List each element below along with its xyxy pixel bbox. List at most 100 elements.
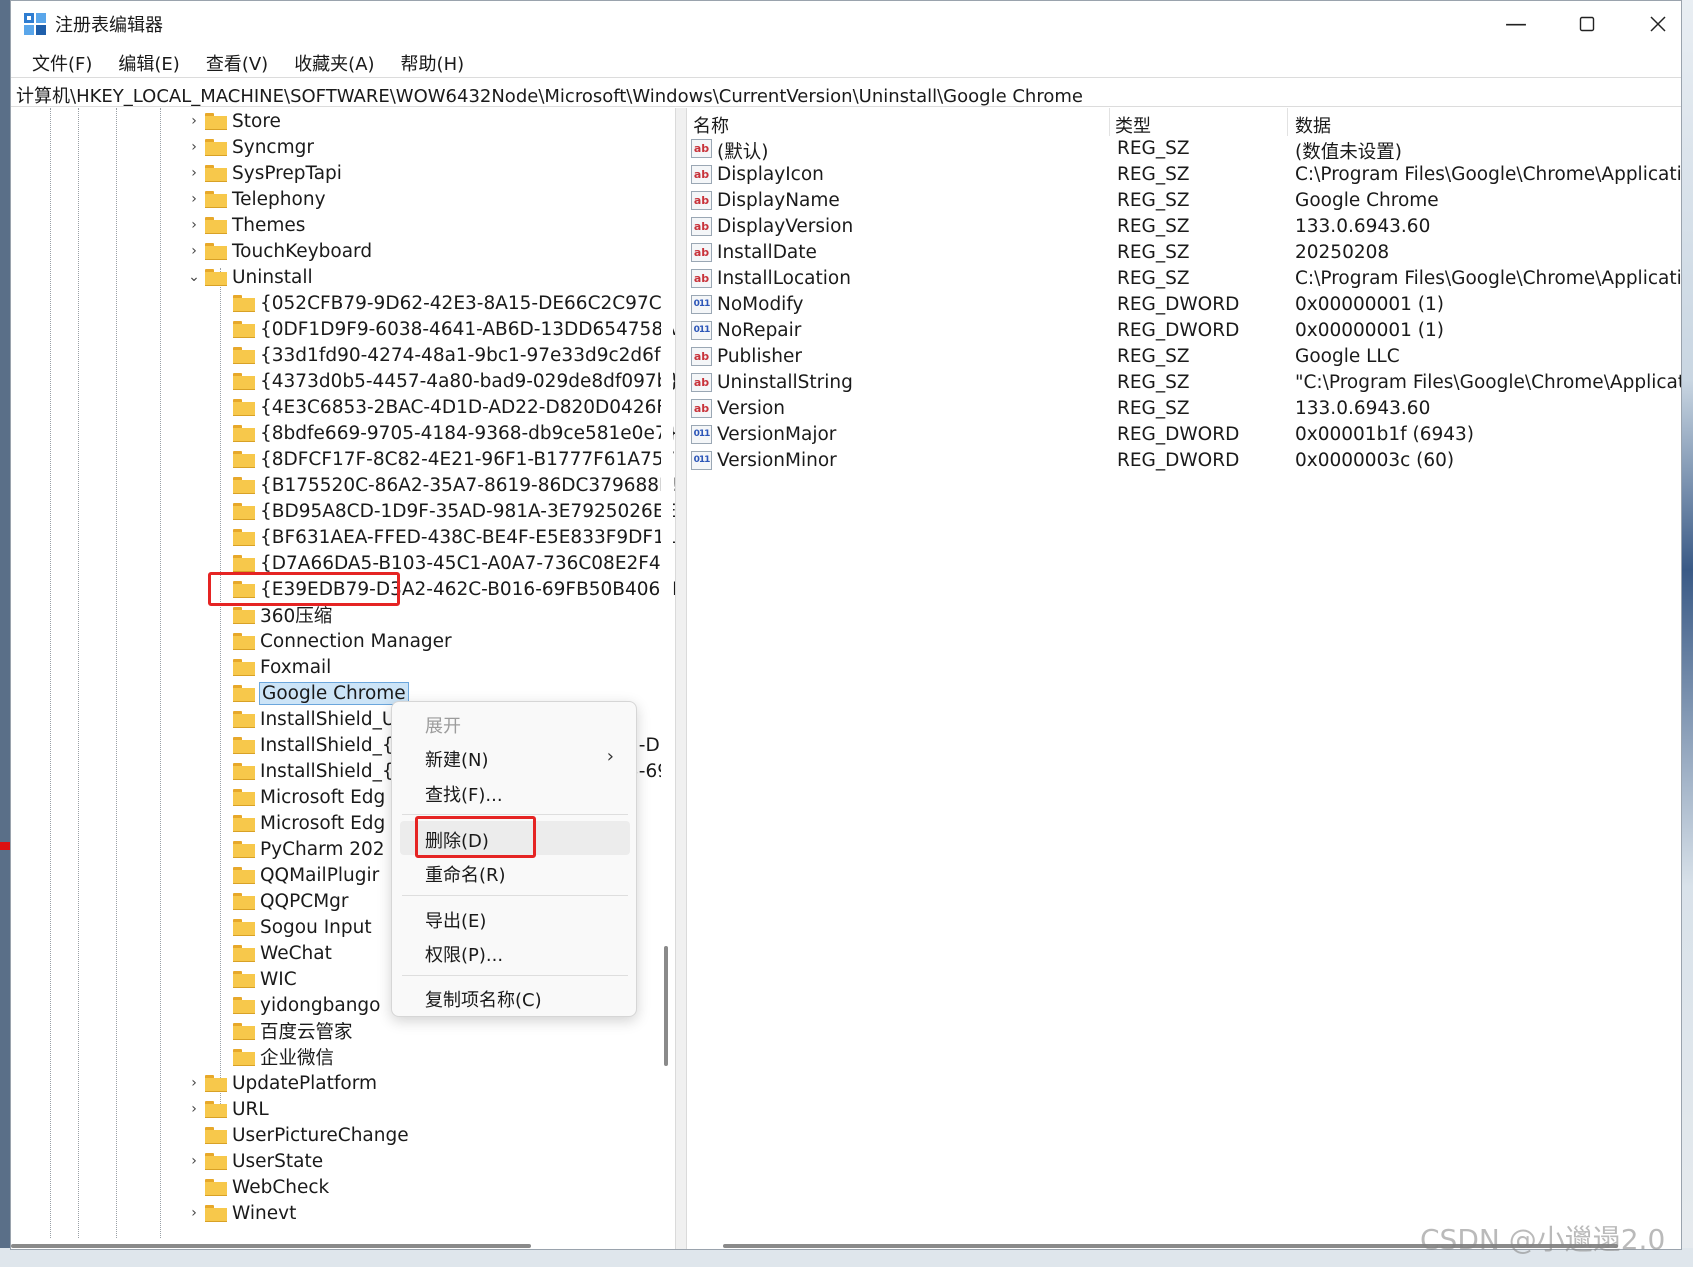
tree-node-updateplatform[interactable]: › UpdatePlatform [189, 1070, 377, 1096]
list-item[interactable]: ab InstallLocation REG_SZ C:\Program Fil… [687, 266, 1681, 292]
list-item[interactable]: 011 VersionMajor REG_DWORD 0x00001b1f (6… [687, 422, 1681, 448]
chevron-down-icon[interactable]: ⌄ [187, 269, 201, 285]
menu-item-find[interactable]: 查找(F)... [400, 775, 630, 809]
chevron-right-icon[interactable]: › [187, 1205, 201, 1221]
menu-view[interactable]: 查看(V) [195, 47, 279, 77]
list-item[interactable]: ab Publisher REG_SZ Google LLC [687, 344, 1681, 370]
list-item[interactable]: ab DisplayVersion REG_SZ 133.0.6943.60 [687, 214, 1681, 240]
menu-favorites[interactable]: 收藏夹(A) [283, 47, 385, 77]
tree-node-uninstall[interactable]: ⌄ Uninstall [187, 264, 313, 290]
menu-item-copy-key-name[interactable]: 复制项名称(C) [400, 980, 630, 1014]
column-divider[interactable] [1109, 108, 1110, 136]
minimize-button[interactable]: — [1481, 5, 1551, 43]
address-bar[interactable]: 计算机\HKEY_LOCAL_MACHINE\SOFTWARE\WOW6432N… [11, 77, 1681, 107]
list-item[interactable]: ab DisplayName REG_SZ Google Chrome [687, 188, 1681, 214]
tree-node-child[interactable]: {4E3C6853-2BAC-4D1D-AD22-D820D0426FI [233, 394, 672, 420]
tree-node-child[interactable]: {052CFB79-9D62-42E3-8A15-DE66C2C97C3I [233, 290, 679, 316]
tree-node-child[interactable]: {33d1fd90-4274-48a1-9bc1-97e33d9c2d6f} [233, 342, 672, 368]
list-item[interactable]: ab InstallDate REG_SZ 20250208 [687, 240, 1681, 266]
tree-node-child[interactable]: Microsoft Edg [233, 810, 385, 836]
tree-node-child[interactable]: InstallShield_{ [233, 732, 394, 758]
chevron-right-icon[interactable]: › [187, 243, 201, 259]
tree-node-child[interactable]: yidongbango [233, 992, 381, 1018]
chevron-right-icon[interactable]: › [187, 1153, 201, 1169]
tree-node-label-selected: Google Chrome [259, 681, 409, 705]
tree-node-child[interactable]: {8DFCF17F-8C82-4E21-96F1-B1777F61A757 [233, 446, 675, 472]
chevron-right-icon[interactable]: › [187, 1101, 201, 1117]
menu-item-new[interactable]: 新建(N) › [400, 740, 630, 774]
tree-node-child[interactable]: 企业微信 [233, 1044, 334, 1070]
folder-icon [233, 893, 255, 910]
chevron-right-icon[interactable]: › [187, 113, 201, 129]
list-item[interactable]: ab UninstallString REG_SZ "C:\Program Fi… [687, 370, 1681, 396]
pane-splitter[interactable] [675, 108, 687, 1249]
column-header-type[interactable]: 类型 [1115, 112, 1151, 138]
list-item[interactable]: ab DisplayIcon REG_SZ C:\Program Files\G… [687, 162, 1681, 188]
folder-icon [205, 113, 227, 130]
tree-horizontal-scrollbar[interactable] [11, 1240, 671, 1249]
tree-vertical-scrollbar[interactable] [661, 108, 673, 1238]
column-divider[interactable] [1287, 108, 1288, 136]
tree-node-touchkeyboard[interactable]: › TouchKeyboard [189, 238, 372, 264]
tree-node-google-chrome[interactable]: Google Chrome [233, 680, 409, 706]
tree-node-child[interactable]: QQPCMgr [233, 888, 349, 914]
folder-icon [205, 1205, 227, 1222]
tree-node-userstate[interactable]: › UserState [189, 1148, 323, 1174]
chevron-right-icon[interactable]: › [187, 1075, 201, 1091]
tree-guide-line [220, 268, 221, 1118]
value-name: InstallDate [717, 242, 817, 263]
tree-node-store[interactable]: › Store [189, 108, 281, 134]
tree-node-child[interactable]: WIC [233, 966, 297, 992]
tree-node-child[interactable]: 百度云管家 [233, 1018, 353, 1044]
tree-node-child[interactable]: Microsoft Edg [233, 784, 385, 810]
tree-node-sysprep[interactable]: › SysPrepTapi [189, 160, 342, 186]
scroll-thumb[interactable] [664, 946, 668, 1066]
menu-item-permissions[interactable]: 权限(P)... [400, 935, 630, 969]
tree-node-child[interactable]: {8bdfe669-9705-4184-9368-db9ce581e0e7} [233, 420, 678, 446]
chevron-right-icon[interactable]: › [187, 191, 201, 207]
list-item[interactable]: 011 VersionMinor REG_DWORD 0x0000003c (6… [687, 448, 1681, 474]
tree-node-child[interactable]: Sogou Input [233, 914, 372, 940]
tree-node-child[interactable]: InstallShield_{ [233, 758, 394, 784]
tree-node-child[interactable]: WeChat [233, 940, 332, 966]
tree-node-child[interactable]: {0DF1D9F9-6038-4641-AB6D-13DD654758A [233, 316, 676, 342]
tree-node-child[interactable]: Foxmail [233, 654, 331, 680]
tree-node-child[interactable]: {4373d0b5-4457-4a80-bad9-029de8df097b} [233, 368, 680, 394]
column-header-data[interactable]: 数据 [1295, 112, 1331, 138]
tree-node-label: Winevt [232, 1202, 297, 1224]
chevron-right-icon[interactable]: › [187, 217, 201, 233]
tree-node-child[interactable]: Connection Manager [233, 628, 452, 654]
tree-node-child[interactable]: {BF631AEA-FFED-438C-BE4F-E5E833F9DF11 [233, 524, 677, 550]
menu-edit[interactable]: 编辑(E) [107, 47, 190, 77]
tree-node-telephony[interactable]: › Telephony [187, 186, 325, 212]
tree-node-webcheck[interactable]: WebCheck [189, 1174, 329, 1200]
scroll-thumb[interactable] [11, 1244, 531, 1248]
chevron-right-icon[interactable]: › [187, 139, 201, 155]
tree-node-child[interactable]: QQMailPlugir [233, 862, 379, 888]
list-item[interactable]: ab (默认) REG_SZ (数值未设置) [687, 136, 1681, 163]
list-item[interactable]: 011 NoRepair REG_DWORD 0x00000001 (1) [687, 318, 1681, 344]
tree-node-child[interactable]: {BD95A8CD-1D9F-35AD-981A-3E7925026EE [233, 498, 676, 524]
tree-node-winevt[interactable]: › Winevt [189, 1200, 296, 1226]
chevron-right-icon[interactable]: › [187, 165, 201, 181]
tree-node-child[interactable]: {B175520C-86A2-35A7-8619-86DC379688B! [233, 472, 679, 498]
list-item[interactable]: 011 NoModify REG_DWORD 0x00000001 (1) [687, 292, 1681, 318]
tree-node-label: Syncmgr [232, 136, 314, 158]
tree-node-child[interactable]: InstallShield_U [233, 706, 395, 732]
list-item[interactable]: ab Version REG_SZ 133.0.6943.60 [687, 396, 1681, 422]
folder-icon [233, 399, 255, 416]
menu-help[interactable]: 帮助(H) [390, 47, 476, 77]
tree-node-child[interactable]: PyCharm 202 [233, 836, 385, 862]
tree-node-syncmgr[interactable]: › Syncmgr [189, 134, 314, 160]
string-value-icon: ab [691, 191, 712, 210]
tree-node-url[interactable]: › URL [189, 1096, 269, 1122]
menu-item-rename[interactable]: 重命名(R) [400, 855, 630, 889]
menu-item-export[interactable]: 导出(E) [400, 901, 630, 935]
string-value-icon: ab [691, 399, 712, 418]
column-header-name[interactable]: 名称 [693, 112, 729, 138]
maximize-button[interactable] [1552, 5, 1622, 43]
tree-node-themes[interactable]: › Themes [189, 212, 305, 238]
menu-file[interactable]: 文件(F) [21, 47, 103, 77]
tree-node-userpicturechange[interactable]: UserPictureChange [189, 1122, 409, 1148]
close-button[interactable] [1623, 5, 1681, 43]
